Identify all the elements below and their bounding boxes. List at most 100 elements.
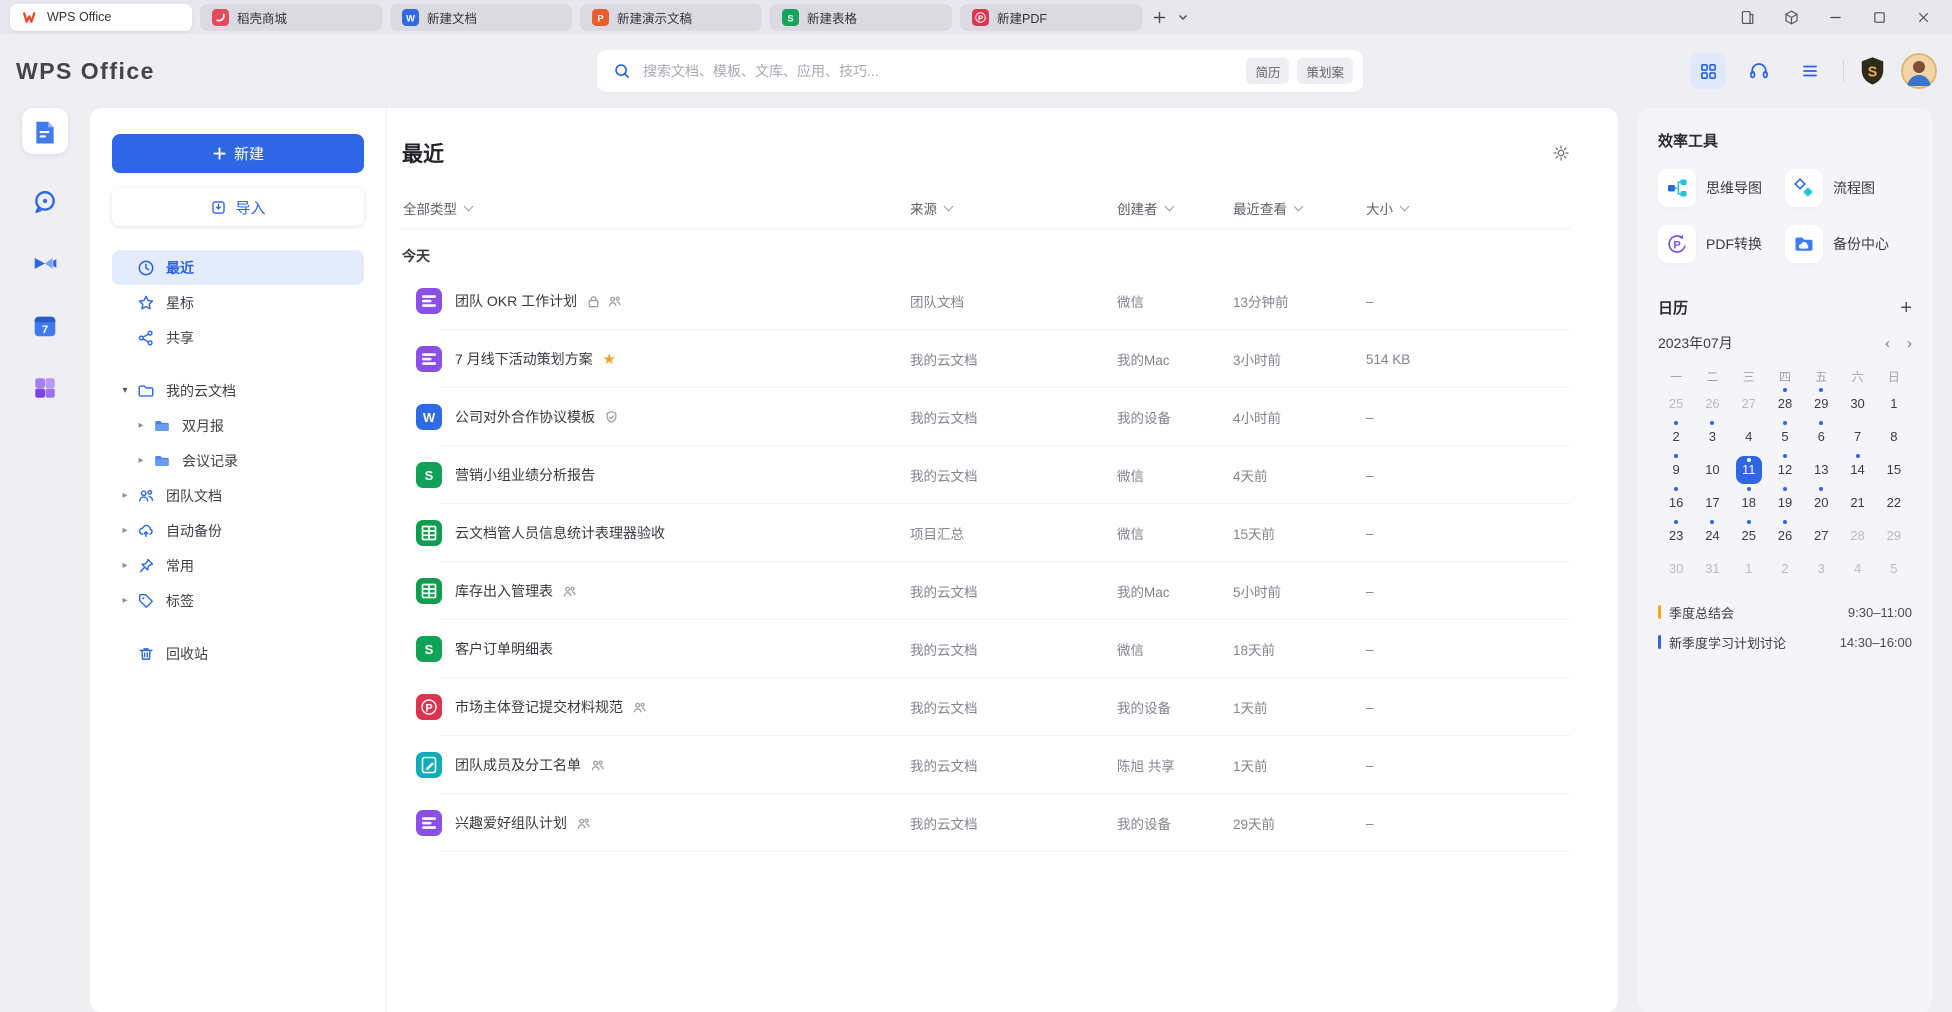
calendar-day[interactable]: 21 <box>1839 486 1875 519</box>
calendar-day[interactable]: 7 <box>1839 420 1875 453</box>
column-header-creator[interactable]: 创建者 <box>1117 198 1233 218</box>
calendar-day[interactable]: 29 <box>1803 387 1839 420</box>
sidebar-item[interactable]: ▾ ▸ 我的云文档 <box>112 373 364 408</box>
collapse-arrow-icon[interactable]: ▾ <box>119 385 131 396</box>
rail-module[interactable] <box>22 108 68 154</box>
calendar-day[interactable]: 10 <box>1694 453 1730 486</box>
expand-arrow-icon[interactable]: ▸ <box>135 455 147 466</box>
calendar-day[interactable]: 27 <box>1731 387 1767 420</box>
column-header-size[interactable]: 大小 <box>1366 198 1570 218</box>
sidebar-item[interactable]: ▾ ▸ 团队文档 <box>112 478 364 513</box>
tool-item[interactable]: 流程图 <box>1785 165 1912 211</box>
calendar-day[interactable]: 17 <box>1694 486 1730 519</box>
expand-arrow-icon[interactable]: ▸ <box>119 490 131 501</box>
calendar-next-icon[interactable]: › <box>1907 335 1912 352</box>
membership-badge-icon[interactable]: S <box>1859 56 1886 87</box>
calendar-day[interactable]: 3 <box>1803 552 1839 585</box>
rail-module[interactable] <box>31 374 59 402</box>
expand-arrow-icon[interactable]: ▸ <box>119 525 131 536</box>
tool-item[interactable]: P PDF转换 <box>1658 221 1785 267</box>
search-input[interactable] <box>641 62 1246 80</box>
file-row[interactable]: 云文档管人员信息统计表理器验收 项目汇总 微信 15天前 – <box>399 504 1570 562</box>
calendar-day[interactable]: 6 <box>1803 420 1839 453</box>
settings-gear-icon[interactable] <box>1552 144 1570 162</box>
maximize-button[interactable] <box>1871 9 1888 26</box>
calendar-day[interactable]: 1 <box>1876 387 1912 420</box>
calendar-day[interactable]: 24 <box>1694 519 1730 552</box>
rail-module[interactable] <box>31 250 59 278</box>
sidebar-item[interactable]: ▾ ▸ 共享 <box>112 320 364 355</box>
calendar-day[interactable]: 2 <box>1767 552 1803 585</box>
app-tab[interactable]: WPS Office <box>10 4 192 31</box>
calendar-day[interactable]: 26 <box>1767 519 1803 552</box>
expand-arrow-icon[interactable]: ▸ <box>119 595 131 606</box>
filter-all-types[interactable]: 全部类型 <box>399 198 910 218</box>
calendar-day[interactable]: 9 <box>1658 453 1694 486</box>
file-row[interactable]: S 客户订单明细表 我的云文档 微信 18天前 – <box>399 620 1570 678</box>
calendar-day[interactable]: 5 <box>1876 552 1912 585</box>
calendar-day[interactable]: 2 <box>1658 420 1694 453</box>
calendar-day[interactable]: 27 <box>1803 519 1839 552</box>
calendar-day[interactable]: 18 <box>1731 486 1767 519</box>
calendar-day[interactable]: 1 <box>1731 552 1767 585</box>
search-bar[interactable]: 简历策划案 <box>597 50 1363 92</box>
column-header-source[interactable]: 来源 <box>910 198 1117 218</box>
file-row[interactable]: P 市场主体登记提交材料规范 我的云文档 我的设备 1天前 – <box>399 678 1570 736</box>
import-button[interactable]: 导入 <box>112 188 364 226</box>
calendar-day[interactable]: 25 <box>1658 387 1694 420</box>
search-suggestion-tag[interactable]: 简历 <box>1246 58 1289 84</box>
column-header-last-viewed[interactable]: 最近查看 <box>1233 198 1366 218</box>
calendar-day[interactable]: 22 <box>1876 486 1912 519</box>
new-document-button[interactable]: 新建 <box>112 134 364 173</box>
search-suggestion-tag[interactable]: 策划案 <box>1297 58 1353 84</box>
event-item[interactable]: 新季度学习计划讨论 14:30–16:00 <box>1658 627 1912 657</box>
calendar-day[interactable]: 14 <box>1839 453 1875 486</box>
calendar-day[interactable]: 3 <box>1694 420 1730 453</box>
calendar-day[interactable]: 11 <box>1731 453 1767 486</box>
file-row[interactable]: 7 月线下活动策划方案 ★ 我的云文档 我的Mac 3小时前 514 KB <box>399 330 1570 388</box>
sidebar-item[interactable]: ▾ ▸ 常用 <box>112 548 364 583</box>
app-tab[interactable]: 稻壳商城 <box>200 4 382 31</box>
file-row[interactable]: W 公司对外合作协议模板 我的云文档 我的设备 4小时前 – <box>399 388 1570 446</box>
new-tab-button[interactable] <box>1152 10 1167 25</box>
tab-list-dropdown-icon[interactable] <box>1177 11 1189 23</box>
file-row[interactable]: 库存出入管理表 我的云文档 我的Mac 5小时前 – <box>399 562 1570 620</box>
calendar-day[interactable]: 23 <box>1658 519 1694 552</box>
sidebar-item[interactable]: ▾ ▸ 星标 <box>112 285 364 320</box>
menu-icon[interactable] <box>1792 53 1828 89</box>
file-row[interactable]: 兴趣爱好组队计划 我的云文档 我的设备 29天前 – <box>399 794 1570 852</box>
calendar-day[interactable]: 12 <box>1767 453 1803 486</box>
expand-arrow-icon[interactable]: ▸ <box>135 420 147 431</box>
file-row[interactable]: 团队成员及分工名单 我的云文档 陈旭 共享 1天前 – <box>399 736 1570 794</box>
calendar-day[interactable]: 8 <box>1876 420 1912 453</box>
sidebar-item[interactable]: ▾ ▸ 最近 <box>112 250 364 285</box>
calendar-day[interactable]: 26 <box>1694 387 1730 420</box>
minimize-button[interactable] <box>1827 9 1844 26</box>
tool-item[interactable]: 备份中心 <box>1785 221 1912 267</box>
user-avatar[interactable] <box>1901 53 1937 89</box>
add-event-icon[interactable]: + <box>1900 299 1912 317</box>
calendar-day[interactable]: 25 <box>1731 519 1767 552</box>
app-tab[interactable]: P 新建PDF <box>960 4 1142 31</box>
sidebar-item[interactable]: ▾ ▸ 会议记录 <box>112 443 364 478</box>
app-tab[interactable]: S 新建表格 <box>770 4 952 31</box>
calendar-day[interactable]: 15 <box>1876 453 1912 486</box>
mobile-connect-icon[interactable] <box>1739 9 1756 26</box>
sidebar-item[interactable]: ▾ ▸ 标签 <box>112 583 364 618</box>
calendar-day[interactable]: 16 <box>1658 486 1694 519</box>
sidebar-item[interactable]: ▾ ▸ 双月报 <box>112 408 364 443</box>
calendar-day[interactable]: 4 <box>1731 420 1767 453</box>
calendar-day[interactable]: 13 <box>1803 453 1839 486</box>
calendar-day[interactable]: 29 <box>1876 519 1912 552</box>
app-tab[interactable]: P 新建演示文稿 <box>580 4 762 31</box>
app-tab[interactable]: W 新建文档 <box>390 4 572 31</box>
close-button[interactable] <box>1915 9 1932 26</box>
calendar-day[interactable]: 28 <box>1839 519 1875 552</box>
rail-module[interactable]: 7 <box>31 312 59 340</box>
calendar-day[interactable]: 30 <box>1658 552 1694 585</box>
calendar-day[interactable]: 28 <box>1767 387 1803 420</box>
file-row[interactable]: 团队 OKR 工作计划 团队文档 微信 13分钟前 – <box>399 272 1570 330</box>
rail-module[interactable] <box>31 188 59 216</box>
event-item[interactable]: 季度总结会 9:30–11:00 <box>1658 597 1912 627</box>
support-headset-icon[interactable] <box>1741 53 1777 89</box>
